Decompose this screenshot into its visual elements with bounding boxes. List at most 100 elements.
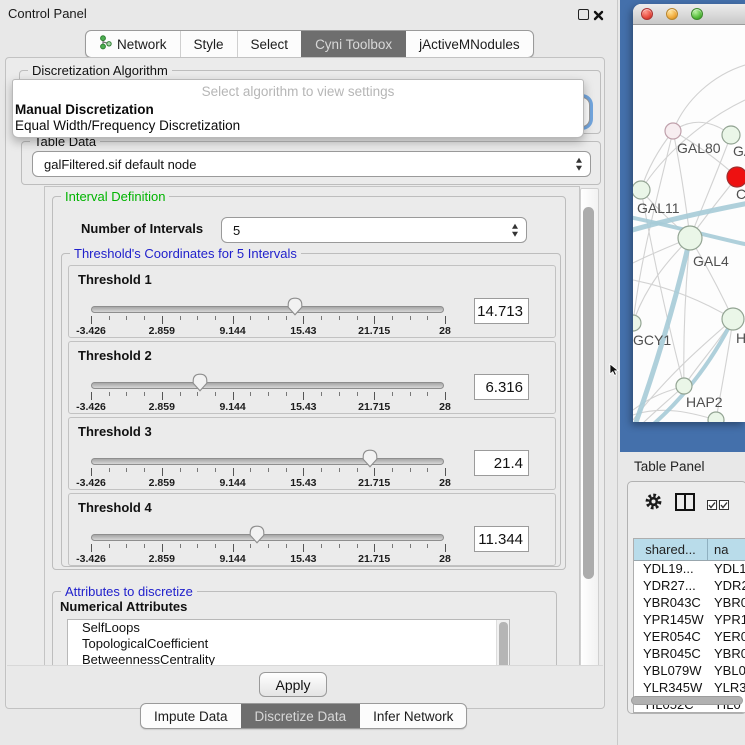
algorithm-option[interactable]: Manual Discretization [13, 102, 583, 118]
table-row[interactable]: YBR043CYBR0 [634, 595, 745, 612]
tab-network[interactable]: Network [86, 31, 180, 57]
num-intervals-spinner[interactable]: 5 [221, 217, 527, 243]
tick-label: 15.43 [290, 401, 316, 413]
tab-label: Cyni Toolbox [315, 37, 392, 52]
network-node[interactable] [665, 123, 681, 139]
discretization-algorithm-title: Discretization Algorithm [28, 63, 172, 78]
tick-label: -3.426 [76, 553, 106, 565]
tick-mark [427, 544, 428, 548]
table-row[interactable]: YLR345WYLR3 [634, 680, 745, 697]
minimize-window-icon[interactable] [666, 8, 678, 20]
threshold-value-field[interactable] [474, 526, 529, 552]
table-data-select[interactable]: galFiltered.sif default node [32, 151, 591, 177]
slider-thumb[interactable] [191, 373, 209, 392]
network-node[interactable] [722, 308, 744, 330]
tick-label: 28 [439, 325, 451, 337]
slider-thumb[interactable] [286, 297, 304, 316]
network-node[interactable] [633, 315, 641, 331]
tick-mark [91, 468, 92, 476]
cell-shared-name: YLR345W [634, 680, 707, 697]
network-canvas[interactable]: GAL80GACGAL11GAL4GCY1HHAP2 [633, 25, 745, 422]
network-window[interactable]: GAL80GACGAL11GAL4GCY1HHAP2 [633, 4, 745, 422]
numerical-attributes-list[interactable]: SelfLoopsTopologicalCoefficientBetweenne… [67, 619, 510, 667]
network-window-titlebar[interactable] [633, 4, 745, 25]
settings-vertical-scrollbar[interactable] [580, 188, 599, 667]
slider-ticks [91, 392, 445, 401]
close-window-icon[interactable] [641, 8, 653, 20]
tab-label: Impute Data [154, 709, 228, 724]
tab-label: Infer Network [373, 709, 453, 724]
table-row[interactable]: YBR045CYBR0 [634, 646, 745, 663]
cell-name: YDL1 [707, 561, 745, 578]
list-scrollbar[interactable] [496, 620, 509, 667]
tick-label: 9.144 [219, 553, 245, 565]
tab-label: Select [251, 37, 289, 52]
columns-icon[interactable] [675, 493, 695, 516]
table-panel-title: Table Panel [634, 459, 705, 474]
table-row[interactable]: YER054CYER0 [634, 629, 745, 646]
tab-style[interactable]: Style [180, 31, 237, 57]
slider-track[interactable] [91, 306, 444, 313]
float-window-icon[interactable] [578, 9, 589, 20]
table-row[interactable]: YDL19...YDL1 [634, 561, 745, 578]
threshold-value-field[interactable] [474, 374, 529, 400]
scrollbar-thumb[interactable] [583, 207, 594, 579]
table-data-value: galFiltered.sif default node [44, 157, 196, 172]
node-table: shared... na YDL19...YDL1YDR27...YDR2YBR… [633, 538, 745, 713]
screen: Control Panel NetworkStyleSelectCyni Too… [0, 0, 745, 745]
list-item[interactable]: TopologicalCoefficient [68, 636, 509, 652]
table-row[interactable]: YBL079WYBL0 [634, 663, 745, 680]
network-node[interactable] [708, 412, 724, 422]
threshold-value-field[interactable] [474, 298, 529, 324]
tab-impute-data[interactable]: Impute Data [141, 704, 241, 728]
slider-track[interactable] [91, 458, 444, 465]
network-desktop: GAL80GACGAL11GAL4GCY1HHAP2 [620, 0, 745, 452]
slider-track[interactable] [91, 534, 444, 541]
tab-infer-network[interactable]: Infer Network [359, 704, 466, 728]
network-node[interactable] [676, 378, 692, 394]
column-header-name[interactable]: na [708, 539, 745, 560]
slider-track[interactable] [91, 382, 444, 389]
table-row[interactable]: YPR145WYPR1 [634, 612, 745, 629]
tick-mark [445, 544, 446, 552]
tick-label: 15.43 [290, 553, 316, 565]
tab-select[interactable]: Select [237, 31, 302, 57]
tick-mark [410, 316, 411, 320]
tick-label: 21.715 [358, 325, 390, 337]
algorithm-option[interactable]: Equal Width/Frequency Discretization [13, 118, 583, 134]
tick-label: 9.144 [219, 477, 245, 489]
gear-icon[interactable] [644, 492, 663, 516]
slider-thumb[interactable] [361, 449, 379, 468]
tick-mark [357, 316, 358, 320]
network-node[interactable] [722, 126, 740, 144]
slider-ticks [91, 468, 445, 477]
tab-cyni-toolbox[interactable]: Cyni Toolbox [301, 31, 405, 57]
checkbox-icon[interactable] [707, 497, 717, 515]
close-icon[interactable] [593, 8, 604, 26]
table-horizontal-scrollbar[interactable] [631, 696, 743, 705]
network-node[interactable] [678, 226, 702, 250]
threshold-value-field[interactable] [474, 450, 529, 476]
node-label: GAL4 [693, 253, 729, 269]
tick-mark [445, 316, 446, 324]
zoom-window-icon[interactable] [691, 8, 703, 20]
tab-jactivemnodules[interactable]: jActiveMNodules [405, 31, 533, 57]
apply-button[interactable]: Apply [259, 672, 327, 697]
network-node[interactable] [727, 167, 745, 187]
combo-arrows-icon [576, 158, 582, 171]
tick-mark [126, 316, 127, 320]
network-node[interactable] [633, 181, 650, 199]
list-item[interactable]: SelfLoops [68, 620, 509, 636]
checkbox-icon[interactable] [719, 497, 729, 515]
slider-thumb[interactable] [248, 525, 266, 544]
table-panel: shared... na YDL19...YDL1YDR27...YDR2YBR… [627, 481, 745, 714]
threshold-panel: Threshold 4-3.4262.8599.14415.4321.71528 [68, 493, 556, 566]
thresholds-group: Threshold's Coordinates for 5 Intervals … [61, 253, 561, 567]
table-row[interactable]: YDR27...YDR2 [634, 578, 745, 595]
tab-discretize-data[interactable]: Discretize Data [241, 704, 360, 728]
tick-mark [392, 544, 393, 548]
tick-label: 21.715 [358, 477, 390, 489]
cell-shared-name: YER054C [634, 629, 707, 646]
column-header-shared[interactable]: shared... [634, 539, 708, 560]
tick-mark [286, 468, 287, 472]
